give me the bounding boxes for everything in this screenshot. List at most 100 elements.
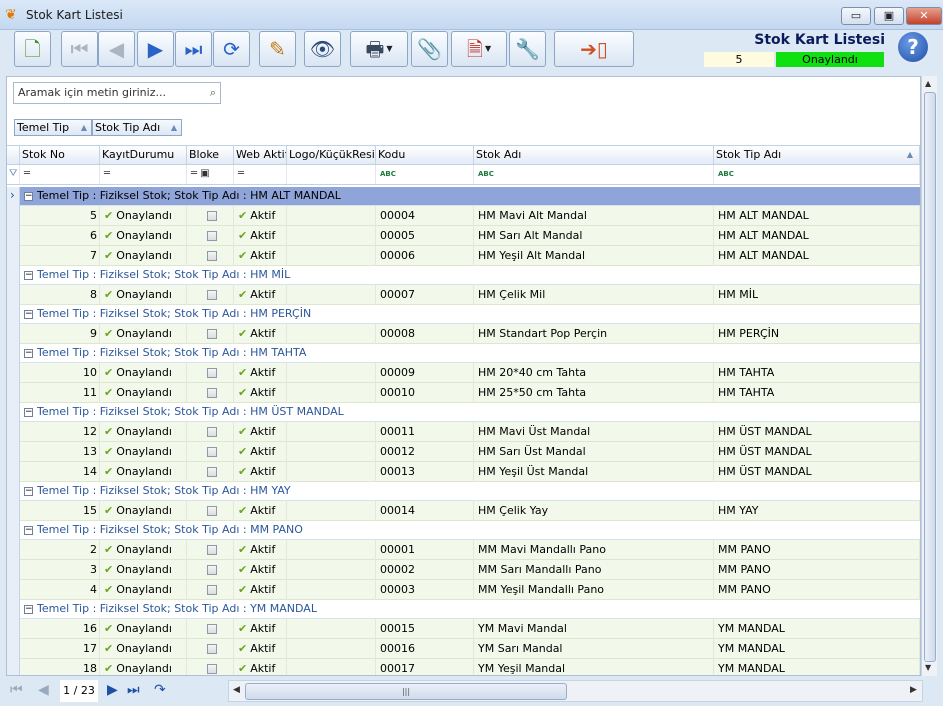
cell-stok-no: 2 — [20, 540, 100, 560]
table-row[interactable]: 3 ✔ Onaylandı ✔ Aktif 00002 MM Sarı Mandallı P… — [20, 560, 920, 580]
next-record-button[interactable]: ▶ — [137, 31, 174, 67]
table-row[interactable]: 6 ✔ Onaylandı ✔ Aktif 00005 HM Sarı Alt Mandal… — [20, 226, 920, 246]
table-row[interactable]: 13 ✔ Onaylandı ✔ Aktif 00012 HM Sarı Üst Manda… — [20, 442, 920, 462]
scroll-up-icon[interactable]: ▲ — [925, 79, 931, 88]
group-row[interactable]: − Temel Tip : Fiziksel Stok; Stok Tip Adı… — [20, 600, 920, 619]
first-page-icon[interactable]: ⏮ — [10, 680, 23, 700]
horizontal-scrollbar[interactable]: ◀ ||| ▶ — [228, 680, 923, 702]
collapse-icon[interactable]: − — [24, 604, 33, 614]
bloke-checkbox[interactable] — [207, 427, 217, 437]
group-row[interactable]: − Temel Tip : Fiziksel Stok; Stok Tip Adı… — [20, 403, 920, 422]
cell-text: 10 — [83, 366, 97, 379]
collapse-icon[interactable]: − — [24, 348, 33, 358]
table-row[interactable]: 7 ✔ Onaylandı ✔ Aktif 00006 HM Yeşil Alt Manda… — [20, 246, 920, 266]
check-icon: ✔ — [238, 445, 248, 458]
bloke-checkbox[interactable] — [207, 368, 217, 378]
bloke-checkbox[interactable] — [207, 585, 217, 595]
minimize-button[interactable]: ▭ — [841, 7, 871, 25]
group-row[interactable]: − Temel Tip : Fiziksel Stok; Stok Tip Adı… — [20, 521, 920, 540]
table-row[interactable]: 16 ✔ Onaylandı ✔ Aktif 00015 YM Mavi Mandal YM … — [20, 619, 920, 639]
cell-kodu: 00005 — [376, 226, 474, 246]
bloke-checkbox[interactable] — [207, 388, 217, 398]
cell-stok-no: 15 — [20, 501, 100, 521]
table-row[interactable]: 17 ✔ Onaylandı ✔ Aktif 00016 YM Sarı Mandal YM … — [20, 639, 920, 659]
table-row[interactable]: 4 ✔ Onaylandı ✔ Aktif 00003 MM Yeşil Mandallı … — [20, 580, 920, 600]
bloke-checkbox[interactable] — [207, 211, 217, 221]
next-page-icon[interactable]: ▶ — [107, 680, 118, 700]
last-page-icon[interactable]: ⏭ — [127, 680, 140, 700]
cell-text: Onaylandı — [116, 543, 172, 556]
bloke-checkbox[interactable] — [207, 624, 217, 634]
table-row[interactable]: 10 ✔ Onaylandı ✔ Aktif 00009 HM 20*40 cm Tahta… — [20, 363, 920, 383]
bloke-checkbox[interactable] — [207, 467, 217, 477]
bloke-checkbox[interactable] — [207, 565, 217, 575]
bloke-checkbox[interactable] — [207, 447, 217, 457]
collapse-icon[interactable]: − — [24, 270, 33, 280]
cell-bloke — [187, 540, 234, 560]
attach-button[interactable]: 📎 — [411, 31, 448, 67]
group-row[interactable]: − Temel Tip : Fiziksel Stok; Stok Tip Adı… — [20, 266, 920, 285]
cell-text: 00009 — [380, 366, 415, 379]
preview-button[interactable]: 👁 — [304, 31, 341, 67]
previous-page-icon[interactable]: ◀ — [38, 680, 49, 700]
table-row[interactable]: 12 ✔ Onaylandı ✔ Aktif 00011 HM Mavi Üst Manda… — [20, 422, 920, 442]
cell-text: 14 — [83, 465, 97, 478]
collapse-icon[interactable]: − — [24, 309, 33, 319]
cell-stok-adi: YM Mavi Mandal — [474, 619, 714, 639]
cell-stok-no: 3 — [20, 560, 100, 580]
collapse-icon[interactable]: − — [24, 525, 33, 535]
table-row[interactable]: 15 ✔ Onaylandı ✔ Aktif 00014 HM Çelik Yay HM YA… — [20, 501, 920, 521]
table-row[interactable]: 8 ✔ Onaylandı ✔ Aktif 00007 HM Çelik Mil HM MİL — [20, 285, 920, 305]
bloke-checkbox[interactable] — [207, 644, 217, 654]
bloke-checkbox[interactable] — [207, 329, 217, 339]
new-button[interactable]: 🗋 — [14, 31, 51, 67]
group-row[interactable]: − Temel Tip : Fiziksel Stok; Stok Tip Adı… — [20, 305, 920, 324]
bloke-checkbox[interactable] — [207, 251, 217, 261]
cell-bloke — [187, 501, 234, 521]
scroll-left-icon[interactable]: ◀ — [233, 685, 240, 695]
bloke-checkbox[interactable] — [207, 545, 217, 555]
collapse-icon[interactable]: − — [24, 191, 33, 201]
maximize-button[interactable]: ▣ — [874, 7, 904, 25]
vertical-scroll-thumb[interactable] — [924, 92, 936, 662]
scroll-down-icon[interactable]: ▼ — [925, 663, 931, 672]
table-row[interactable]: 2 ✔ Onaylandı ✔ Aktif 00001 MM Mavi Mandallı P… — [20, 540, 920, 560]
check-icon: ✔ — [104, 543, 114, 556]
table-row[interactable]: 14 ✔ Onaylandı ✔ Aktif 00013 HM Yeşil Üst Mand… — [20, 462, 920, 482]
first-record-button[interactable]: ⏮ — [61, 31, 98, 67]
bloke-checkbox[interactable] — [207, 290, 217, 300]
group-row[interactable]: − Temel Tip : Fiziksel Stok; Stok Tip Adı… — [20, 482, 920, 501]
cell-text: Onaylandı — [116, 504, 172, 517]
edit-button[interactable]: ✎ — [259, 31, 296, 67]
cell-stok-tip-adi: HM YAY — [714, 501, 920, 521]
group-row[interactable]: − Temel Tip : Fiziksel Stok; Stok Tip Adı… — [20, 187, 920, 206]
settings-button[interactable]: 🔧 — [509, 31, 546, 67]
close-button[interactable]: ✕ — [906, 7, 942, 25]
previous-record-button[interactable]: ◀ — [98, 31, 135, 67]
horizontal-scroll-thumb[interactable]: ||| — [245, 683, 567, 700]
exit-button[interactable]: ➔▯ — [554, 31, 634, 67]
cell-stok-adi: HM Sarı Üst Mandal — [474, 442, 714, 462]
vertical-scrollbar[interactable]: ▲ ▼ — [921, 76, 937, 676]
cell-stok-adi: YM Yeşil Mandal — [474, 659, 714, 675]
group-row[interactable]: − Temel Tip : Fiziksel Stok; Stok Tip Adı… — [20, 344, 920, 363]
scroll-right-icon[interactable]: ▶ — [910, 685, 917, 695]
cell-text: MM Mavi Mandallı Pano — [478, 543, 606, 556]
table-row[interactable]: 18 ✔ Onaylandı ✔ Aktif 00017 YM Yeşil Mandal YM… — [20, 659, 920, 675]
cell-web-aktif: ✔ Aktif — [234, 501, 287, 521]
print-button[interactable]: 🖶 ▼ — [350, 31, 408, 67]
bloke-checkbox[interactable] — [207, 664, 217, 674]
bloke-checkbox[interactable] — [207, 506, 217, 516]
table-row[interactable]: 5 ✔ Onaylandı ✔ Aktif 00004 HM Mavi Alt Mandal… — [20, 206, 920, 226]
last-record-button[interactable]: ⏭ — [175, 31, 212, 67]
redo-icon[interactable]: ↷ — [154, 680, 166, 700]
cell-text: HM Çelik Mil — [478, 288, 546, 301]
collapse-icon[interactable]: − — [24, 407, 33, 417]
refresh-button[interactable]: ⟳ — [213, 31, 250, 67]
table-row[interactable]: 9 ✔ Onaylandı ✔ Aktif 00008 HM Standart Pop Pe… — [20, 324, 920, 344]
collapse-icon[interactable]: − — [24, 486, 33, 496]
bloke-checkbox[interactable] — [207, 231, 217, 241]
pdf-save-button[interactable]: 🗎 ▼ — [451, 31, 507, 67]
help-button[interactable]: ? — [896, 30, 930, 64]
table-row[interactable]: 11 ✔ Onaylandı ✔ Aktif 00010 HM 25*50 cm Tahta… — [20, 383, 920, 403]
